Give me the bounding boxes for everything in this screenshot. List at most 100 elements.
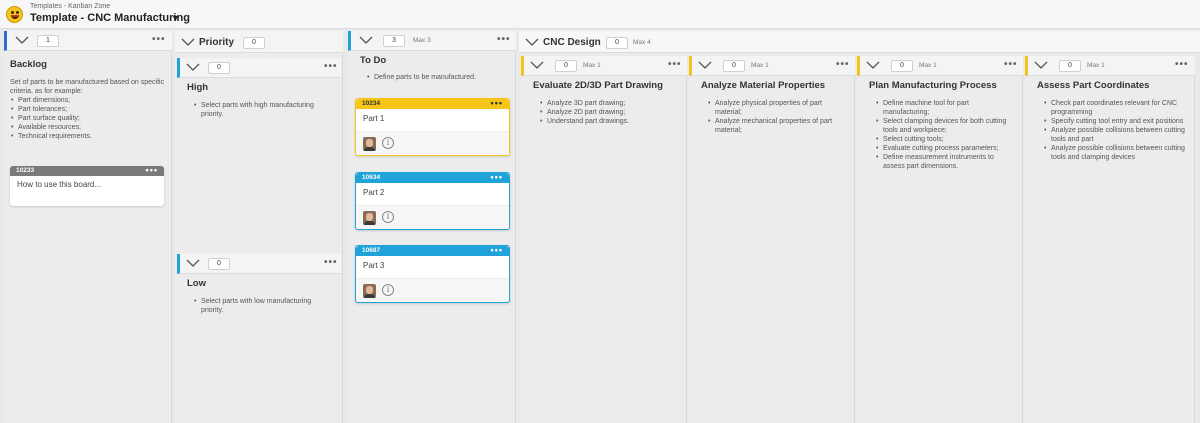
column-title: Priority [199,37,235,48]
list-item: Define machine tool for part manufacturi… [875,99,1017,117]
avatar[interactable] [363,211,376,225]
list-item: Specify cutting tool entry and exit posi… [1043,117,1189,126]
card-count-badge: 0 [723,60,745,72]
wip-limit: Max 3 [413,37,431,44]
lane-title: Low [187,278,206,289]
chevron-down-icon[interactable] [359,34,373,46]
column-description: Set of parts to be manufactured based on… [10,78,166,141]
chevron-down-icon[interactable] [698,59,712,71]
chevron-down-icon[interactable] [1034,59,1048,71]
column-title: To Do [360,55,387,66]
list-item: Analyze 3D part drawing; [539,99,679,108]
list-item: Select cutting tools; [875,135,1017,144]
card-title: Part 3 [363,261,385,270]
chevron-down-icon[interactable] [186,257,200,269]
list-item: Part surface quality; [10,114,166,123]
card-title: How to use this board... [17,180,102,189]
list-item: Define parts to be manufactured. [366,73,506,82]
card-count-badge: 3 [383,35,405,47]
list-item: Define measurement instruments to assess… [875,153,1017,171]
column-priority: Priority 0 0 ••• High Select parts with … [175,31,343,423]
list-item: Part tolerances; [10,105,166,114]
info-icon[interactable]: i [382,284,394,296]
column-header-todo: 3 Max 3 ••• [348,31,516,51]
more-options-icon[interactable]: ••• [324,61,338,72]
lane-header-high: 0 ••• [177,58,341,78]
chevron-down-icon[interactable] [186,61,200,73]
card-10634[interactable]: 10634 ••• Part 2 i [355,172,510,230]
card-id: 10234 [362,100,381,107]
more-options-icon[interactable]: ••• [668,59,682,70]
more-options-icon[interactable]: ••• [497,34,511,45]
list-item: Available resources; [10,123,166,132]
chevron-down-icon[interactable] [525,36,539,48]
avatar[interactable] [363,284,376,298]
lane-title: High [187,82,209,93]
more-options-icon[interactable]: ••• [146,165,158,175]
list-item: Select parts with low manufacturing prio… [193,297,333,315]
info-icon[interactable]: i [382,137,394,149]
card-10233[interactable]: 10233 ••• How to use this board... [10,165,164,206]
card-footer: i [356,278,509,302]
avatar[interactable] [363,137,376,151]
list-item: Analyze mechanical properties of part ma… [707,117,849,135]
lane-description: Select parts with high manufacturing pri… [193,101,333,119]
lane-evaluate-drawing: 0 Max 1 ••• Evaluate 2D/3D Part Drawing … [521,56,687,423]
list-item: Technical requirements. [10,132,166,141]
more-options-icon[interactable]: ••• [1175,59,1189,70]
list-item: Analyze possible collisions between cutt… [1043,126,1189,144]
list-item: Select clamping devices for both cutting… [875,117,1017,135]
column-title: CNC Design [543,37,601,48]
card-title: Part 1 [363,114,385,123]
info-icon[interactable]: i [382,211,394,223]
lane-description: Analyze physical properties of part mate… [707,99,849,135]
lane-plan-process: 0 Max 1 ••• Plan Manufacturing Process D… [857,56,1023,423]
card-count-badge: 0 [208,62,230,74]
card-count-badge: 0 [1059,60,1081,72]
card-10234[interactable]: 10234 ••• Part 1 i [355,98,510,156]
list-item: Analyze 2D part drawing; [539,108,679,117]
card-id: 10634 [362,174,381,181]
lane-title: Evaluate 2D/3D Part Drawing [533,80,663,91]
column-header-cnc-design: CNC Design 0 Max 4 [519,31,1200,53]
list-item: Analyze physical properties of part mate… [707,99,849,117]
lane-material-properties: 0 Max 1 ••• Analyze Material Properties … [689,56,855,423]
card-footer: i [356,205,509,229]
card-footer: i [356,131,509,155]
column-todo: 3 Max 3 ••• To Do Define parts to be man… [348,31,516,423]
column-description: Define parts to be manufactured. [366,73,506,82]
wip-limit: Max 1 [751,62,769,69]
more-options-icon[interactable]: ••• [836,59,850,70]
more-options-icon[interactable]: ••• [1004,59,1018,70]
board-title[interactable]: Template - CNC Manufacturing [30,12,190,24]
more-options-icon[interactable]: ••• [491,245,503,255]
lane-description: Define machine tool for part manufacturi… [875,99,1017,171]
wip-limit: Max 1 [583,62,601,69]
lane-header: 0 Max 1 ••• [521,56,687,76]
caret-down-icon[interactable]: ▼ [171,13,180,23]
card-10687[interactable]: 10687 ••• Part 3 i [355,245,510,303]
list-item: Check part coordinates relevant for CNC … [1043,99,1189,117]
chevron-down-icon[interactable] [15,34,29,46]
more-options-icon[interactable]: ••• [324,257,338,268]
lane-header: 0 Max 1 ••• [1025,56,1195,76]
more-options-icon[interactable]: ••• [491,98,503,108]
list-item: Evaluate cutting process parameters; [875,144,1017,153]
more-options-icon[interactable]: ••• [491,172,503,182]
card-count-badge: 0 [606,37,628,49]
card-id: 10687 [362,247,381,254]
lane-description: Check part coordinates relevant for CNC … [1043,99,1189,162]
lane-part-coordinates: 0 Max 1 ••• Assess Part Coordinates Chec… [1025,56,1195,423]
lane-description: Select parts with low manufacturing prio… [193,297,333,315]
lane-title: Plan Manufacturing Process [869,80,997,91]
breadcrumb[interactable]: Templates - Kanban Zone [30,3,110,10]
description-intro: Set of parts to be manufactured based on… [10,79,165,95]
list-item: Select parts with high manufacturing pri… [193,101,333,119]
column-header-backlog: 1 ••• [4,31,172,51]
chevron-down-icon[interactable] [866,59,880,71]
more-options-icon[interactable]: ••• [152,34,166,45]
chevron-down-icon[interactable] [181,36,195,48]
chevron-down-icon[interactable] [530,59,544,71]
column-header-priority: Priority 0 [175,31,343,53]
top-bar: Templates - Kanban Zone Template - CNC M… [0,0,1200,29]
